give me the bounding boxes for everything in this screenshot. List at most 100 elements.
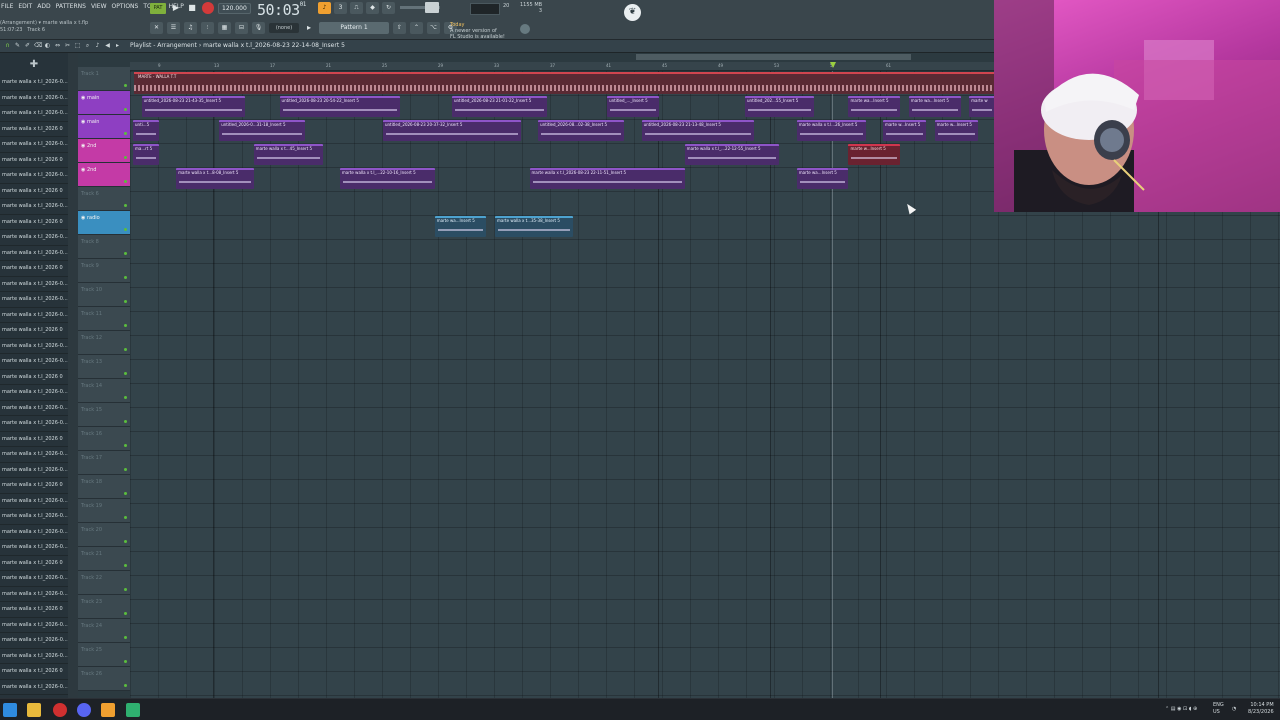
track-mute-indicator[interactable] (124, 660, 127, 663)
snap-selector[interactable]: (none) (269, 23, 299, 33)
track-mute-indicator[interactable] (124, 228, 127, 231)
menu-item-edit[interactable]: EDIT (17, 2, 33, 11)
picker-item[interactable]: marte walla x t.l_2026-0... (0, 292, 68, 308)
track-header[interactable]: Track 11 (78, 307, 130, 331)
master-pitch-knob[interactable] (425, 2, 439, 13)
picker-item[interactable]: marte walla x t.l_2026 0 (0, 323, 68, 339)
menu-item-view[interactable]: VIEW (90, 2, 108, 11)
fl-studio-logo-icon[interactable]: ❦ (624, 4, 641, 21)
track-mute-indicator[interactable] (124, 300, 127, 303)
tray-icons[interactable]: ⌃ ▤ ◉ ⊡ ◖ ⊕ (1165, 706, 1197, 713)
picker-item[interactable]: marte walla x t.l_2026-0... (0, 354, 68, 370)
browser-icon[interactable]: ⊟ (235, 22, 248, 34)
channel-rack-icon[interactable]: ▦ (218, 22, 231, 34)
mute-tool-icon[interactable]: ◐ (44, 42, 51, 50)
audio-clip[interactable]: marte w...Insert 5 (934, 120, 978, 141)
audio-clip[interactable]: untitled_2026-08-23 20-37-32_Insert 5 (382, 120, 521, 141)
track-mute-indicator[interactable] (124, 108, 127, 111)
picker-item[interactable]: marte walla x t.l_2026-0... (0, 401, 68, 416)
audio-clip[interactable]: marte wa...Insert 5 (796, 168, 849, 189)
track-mute-indicator[interactable] (124, 420, 127, 423)
picker-item[interactable]: marte walla x t.l_2026-0... (0, 137, 68, 153)
audio-clip[interactable]: marte wa...Insert 5 (908, 96, 961, 117)
picker-item[interactable]: marte walla x t.l_2026 0 (0, 602, 68, 618)
ctrl-tool-icon[interactable]: ⌃ (410, 22, 423, 34)
track-mute-indicator[interactable] (124, 564, 127, 567)
menu-item-file[interactable]: FILE (0, 2, 14, 11)
track-header[interactable]: Track 15 (78, 403, 130, 427)
picker-item[interactable]: marte walla x t.l_2026-0... (0, 463, 68, 478)
picker-item[interactable]: marte walla x t.l_2026-0... (0, 494, 68, 509)
track-header[interactable]: Track 10 (78, 283, 130, 307)
track-header[interactable]: Track 23 (78, 595, 130, 619)
clock[interactable]: 10:14 PM 8/23/2026 (1248, 702, 1274, 716)
picker-item[interactable]: marte walla x t.l_2026-0... (0, 447, 68, 463)
track-header[interactable]: ◉ main (78, 91, 130, 115)
master-audio-clip[interactable]: MARTE - WALLA T.T (134, 72, 994, 94)
zoom-tool-icon[interactable]: ⌕ (84, 42, 91, 50)
track-header[interactable]: Track 26 (78, 667, 130, 691)
alt-tool-icon[interactable]: ⌥ (427, 22, 440, 34)
magnet-icon[interactable]: ∩ (4, 42, 11, 50)
delete-tool-icon[interactable]: ⌫ (34, 42, 42, 50)
microphone-icon[interactable]: 🎙 (252, 22, 265, 34)
picker-item[interactable]: marte walla x t.l_2026 0 (0, 370, 68, 385)
select-tool-icon[interactable]: ⬚ (74, 42, 81, 50)
track-mute-indicator[interactable] (124, 468, 127, 471)
picker-add-icon[interactable]: ✚ (0, 53, 68, 75)
picker-item[interactable]: marte walla x t.l_2026-0... (0, 339, 68, 354)
track-mute-indicator[interactable] (124, 492, 127, 495)
track-mute-indicator[interactable] (124, 324, 127, 327)
track-header[interactable]: Track 14 (78, 379, 130, 403)
track-header[interactable]: Track 9 (78, 259, 130, 283)
audio-clip[interactable]: marte walla x t.l...26_Insert 5 (796, 120, 866, 141)
audio-clip[interactable]: untitled_2026-08-23 21-43-35_Insert 5 (141, 96, 246, 117)
audio-clip[interactable]: marte wa...Insert 5 (848, 96, 901, 117)
menu-item-add[interactable]: ADD (36, 2, 51, 11)
audio-clip[interactable]: marte walla x t.l_...22-12-55_Insert 5 (684, 144, 780, 165)
picker-item[interactable]: marte walla x t.l_2026 0 (0, 184, 68, 199)
track-header[interactable]: Track 16 (78, 427, 130, 451)
track-mute-indicator[interactable] (124, 252, 127, 255)
picker-item[interactable]: marte walla x t.l_2026 0 (0, 664, 68, 680)
language-indicator[interactable]: ENG US (1213, 702, 1224, 716)
picker-item[interactable]: marte walla x t.l_2026-0... (0, 633, 68, 649)
picker-item[interactable]: marte walla x t.l_2026-0... (0, 168, 68, 184)
opera-icon[interactable] (53, 703, 67, 717)
picker-item[interactable]: marte walla x t.l_2026 0 (0, 122, 68, 137)
audio-clip[interactable]: untitled_2026-08-23 20-54-22_Insert 5 (279, 96, 401, 117)
track-mute-indicator[interactable] (124, 348, 127, 351)
menu-arrow-icon[interactable]: ▸ (114, 42, 121, 50)
picker-item[interactable]: marte walla x t.l_2026-0... (0, 509, 68, 525)
picker-item[interactable]: marte walla x t.l_2026-0... (0, 277, 68, 292)
audio-clip[interactable]: untitled_2026-08...02-38_Insert 5 (538, 120, 625, 141)
track-header[interactable]: Track 19 (78, 499, 130, 523)
mixer-icon[interactable]: ⫶ (201, 22, 214, 34)
audio-clip[interactable]: marte walla x t...45_Insert 5 (253, 144, 323, 165)
picker-item[interactable]: marte walla x t.l_2026 0 (0, 432, 68, 447)
tempo-display[interactable]: 120.000 (218, 2, 251, 14)
track-header[interactable]: Track 6 (78, 187, 130, 211)
fl-studio-taskbar-icon[interactable] (101, 703, 115, 717)
track-header[interactable]: Track 22 (78, 571, 130, 595)
stop-button[interactable]: ■ (186, 2, 198, 14)
record-button[interactable] (202, 2, 214, 14)
windows-start-icon[interactable] (3, 703, 17, 717)
track-mute-indicator[interactable] (124, 372, 127, 375)
snap-icon[interactable]: ✕ (150, 22, 163, 34)
pat-song-toggle[interactable]: PAT (150, 2, 166, 14)
menu-item-options[interactable]: OPTIONS (111, 2, 140, 11)
track-mute-indicator[interactable] (124, 84, 127, 87)
arrangement-selector[interactable]: (Arrangement) ▾ (0, 20, 41, 26)
shift-tool-icon[interactable]: ⇧ (393, 22, 406, 34)
horizontal-scrollbar[interactable] (636, 54, 911, 60)
audio-clip[interactable]: untitled_2026-08-23 21-13-48_Insert 5 (641, 120, 754, 141)
track-mute-indicator[interactable] (124, 636, 127, 639)
track-mute-indicator[interactable] (124, 444, 127, 447)
playhead-marker[interactable] (830, 62, 836, 68)
audio-clip[interactable]: ma...rt 5 (133, 144, 159, 165)
picker-item[interactable]: marte walla x t.l_2026-0... (0, 385, 68, 401)
track-mute-indicator[interactable] (124, 540, 127, 543)
track-mute-indicator[interactable] (124, 516, 127, 519)
blend-notes-icon[interactable]: ⎍ (350, 2, 363, 14)
